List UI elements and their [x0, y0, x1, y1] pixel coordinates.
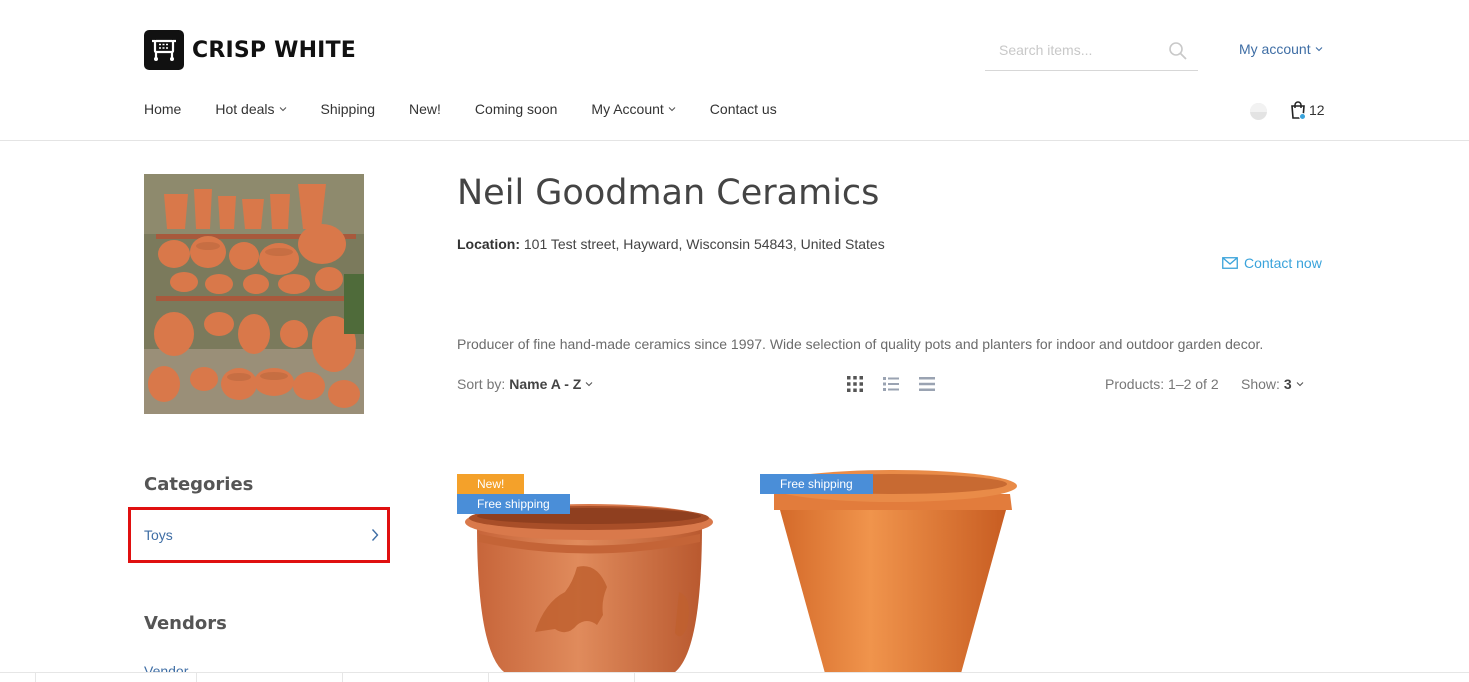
chevron-right-icon [371, 529, 379, 541]
search-box [985, 30, 1198, 71]
cart-logo-icon [144, 30, 184, 70]
nav-item-coming-soon[interactable]: Coming soon [475, 101, 558, 117]
vendors-heading: Vendors [144, 613, 227, 634]
cart-button[interactable]: 12 [1290, 101, 1325, 120]
nav-item-contact-us[interactable]: Contact us [710, 101, 777, 117]
cart-indicator-dot [1299, 113, 1306, 120]
badge-free-shipping: Free shipping [457, 494, 570, 514]
category-label: Toys [144, 527, 173, 543]
nav-item-hot-deals[interactable]: Hot deals [215, 101, 286, 117]
bottom-bar-divider [196, 673, 197, 682]
categories-heading: Categories [144, 474, 254, 495]
bottom-bar-divider [634, 673, 635, 682]
brand-logo[interactable]: CRISP WHITE [144, 30, 356, 70]
nav-item-label: Home [144, 101, 182, 117]
badge-new: New! [457, 474, 525, 494]
nav-item-my-account[interactable]: My Account [591, 101, 676, 117]
compact-list-view-icon[interactable] [918, 375, 936, 393]
my-account-dropdown[interactable]: My account [1239, 41, 1323, 57]
chevron-down-icon [1315, 47, 1322, 52]
theme-toggle-icon[interactable] [1250, 103, 1267, 120]
category-item-toys[interactable]: Toys [128, 507, 390, 563]
envelope-icon [1222, 257, 1238, 269]
bottom-bar-divider [488, 673, 489, 682]
nav-item-label: Coming soon [474, 101, 558, 117]
bottom-bar [0, 672, 1469, 682]
contact-now-link[interactable]: Contact now [1222, 255, 1322, 271]
nav-item-label: New! [409, 101, 441, 117]
nav-item-shipping[interactable]: Shipping [321, 101, 376, 117]
shopping-bag-icon [1290, 101, 1306, 120]
sort-by-value: Name A - Z [509, 376, 582, 392]
main-nav: Home Hot deals Shipping New! Coming soon My A… [144, 101, 811, 117]
header-divider [0, 140, 1469, 141]
vendor-location: Location: 101 Test street, Hayward, Wisc… [457, 236, 885, 252]
cart-count: 12 [1309, 102, 1325, 118]
my-account-label: My account [1239, 41, 1311, 57]
chevron-down-icon [279, 107, 286, 112]
show-label: Show: [1241, 376, 1280, 392]
nav-item-label: Contact us [709, 101, 777, 117]
brand-name: CRISP WHITE [192, 37, 356, 63]
search-icon[interactable] [1168, 41, 1188, 61]
product-card[interactable]: New! Free shipping [457, 462, 722, 677]
badge-free-shipping: Free shipping [760, 474, 873, 494]
chevron-down-icon [585, 382, 593, 387]
nav-item-home[interactable]: Home [144, 101, 181, 117]
chevron-down-icon [1296, 382, 1304, 387]
sort-by-dropdown[interactable]: Sort by: Name A - Z [457, 376, 593, 392]
bottom-bar-divider [342, 673, 343, 682]
location-value: 101 Test street, Hayward, Wisconsin 5484… [523, 236, 885, 252]
sort-by-label: Sort by: [457, 376, 506, 392]
location-label: Location: [457, 236, 520, 252]
search-input[interactable] [985, 30, 1160, 70]
chevron-down-icon [668, 107, 676, 112]
nav-item-label: My Account [591, 101, 664, 117]
show-per-page-dropdown[interactable]: Show: 3 [1241, 376, 1304, 392]
vendor-title: Neil Goodman Ceramics [457, 173, 880, 213]
grid-view-icon[interactable] [846, 375, 864, 393]
bottom-bar-divider [35, 673, 36, 682]
nav-item-new[interactable]: New! [409, 101, 441, 117]
nav-item-label: Hot deals [215, 101, 275, 117]
contact-now-label: Contact now [1244, 255, 1322, 271]
product-card[interactable]: Free shipping [760, 462, 1025, 677]
nav-item-label: Shipping [320, 101, 376, 117]
show-value: 3 [1283, 376, 1292, 392]
vendor-description: Producer of fine hand-made ceramics sinc… [457, 336, 1264, 352]
list-view-icon[interactable] [882, 375, 900, 393]
products-count: Products: 1–2 of 2 [1105, 376, 1219, 392]
vendor-image [144, 174, 364, 414]
product-image [769, 470, 1017, 677]
